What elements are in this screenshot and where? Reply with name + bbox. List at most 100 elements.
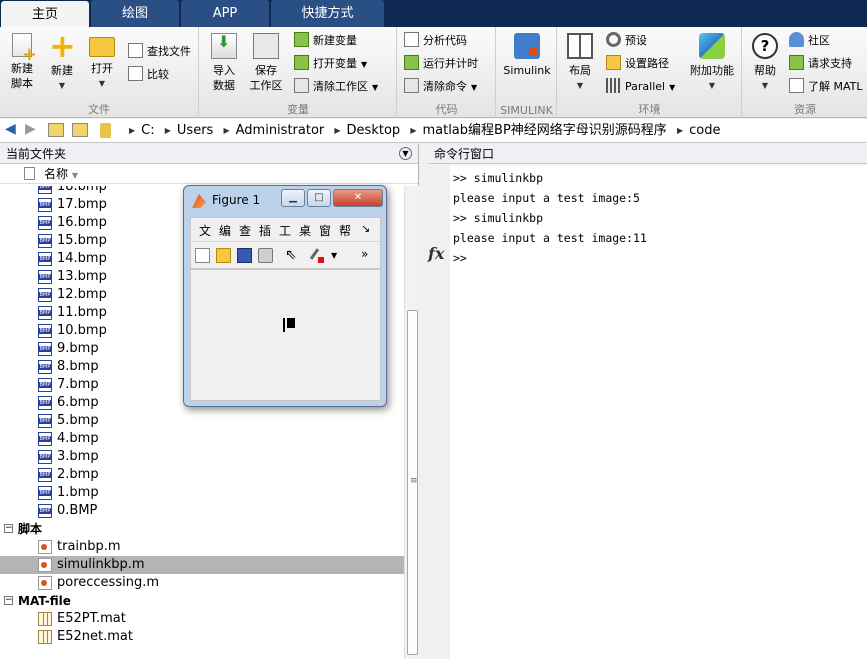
find-files-button[interactable]: 查找文件: [128, 42, 191, 62]
new-button[interactable]: + 新建 ▼: [42, 30, 82, 93]
name-column-header[interactable]: 名称 ▼: [0, 164, 418, 184]
crumb-users[interactable]: Users: [177, 123, 213, 138]
browse-folder-icon[interactable]: [72, 123, 88, 137]
save-workspace-button[interactable]: 保存 工作区: [246, 33, 286, 93]
back-arrow-icon[interactable]: ◀: [5, 121, 16, 137]
command-line: >> simulinkbp: [453, 171, 544, 185]
command-window-output[interactable]: >> simulinkbp please input a test image:…: [450, 165, 867, 659]
figure-window[interactable]: Figure 1 ▁ □ ✕ 文 编 查 插 工 桌 窗 帮 ↘ ⇖ ▼ »: [183, 185, 387, 407]
command-prompt[interactable]: >>: [453, 251, 467, 265]
bmp-file-icon: [38, 288, 52, 302]
panel-actions-icon[interactable]: ▼: [399, 147, 412, 160]
up-folder-icon[interactable]: [48, 123, 64, 137]
clear-commands-button[interactable]: 清除命令 ▼: [404, 77, 477, 97]
open-variable-icon: [294, 55, 309, 70]
tab-home[interactable]: 主页: [1, 1, 89, 28]
request-support-button[interactable]: 请求支持: [789, 54, 852, 74]
pointer-icon[interactable]: ⇖: [285, 248, 300, 263]
layout-button[interactable]: 布局 ▼: [560, 33, 600, 93]
list-item[interactable]: poreccessing.m: [0, 574, 404, 592]
save-workspace-label: 保存 工作区: [249, 64, 283, 92]
file-name: 17.bmp: [57, 197, 107, 212]
list-item[interactable]: 1.bmp: [0, 484, 404, 502]
open-file-icon[interactable]: [216, 248, 231, 263]
simulink-button[interactable]: Simulink: [503, 33, 551, 78]
bmp-file-icon: [38, 234, 52, 248]
menu-window[interactable]: 窗: [319, 222, 331, 239]
list-item[interactable]: 5.bmp: [0, 412, 404, 430]
menu-view[interactable]: 查: [239, 222, 251, 239]
maximize-button[interactable]: □: [307, 189, 331, 207]
list-item[interactable]: 3.bmp: [0, 448, 404, 466]
open-variable-button[interactable]: 打开变量 ▼: [294, 54, 367, 74]
community-button[interactable]: 社区: [789, 31, 830, 51]
collapse-icon[interactable]: −: [4, 596, 13, 605]
menu-file[interactable]: 文: [199, 222, 211, 239]
help-button[interactable]: ? 帮助 ▼: [745, 33, 785, 93]
list-item[interactable]: E52PT.mat: [0, 610, 404, 628]
minimize-button[interactable]: ▁: [281, 189, 305, 207]
function-browser-icon[interactable]: fx: [428, 244, 450, 263]
ribbon-tab-bar: 主页 绘图 APP 快捷方式: [0, 0, 867, 28]
list-item[interactable]: 0.BMP: [0, 502, 404, 520]
import-data-button[interactable]: 导入 数据: [204, 33, 244, 93]
menu-more-icon[interactable]: ↘: [361, 222, 370, 235]
learn-matlab-button[interactable]: 了解 MATL: [789, 77, 863, 97]
toolbar-overflow-icon[interactable]: »: [361, 248, 376, 263]
root-folder-icon[interactable]: [100, 123, 111, 138]
crumb-desktop[interactable]: Desktop: [347, 123, 401, 138]
print-icon[interactable]: [258, 248, 273, 263]
list-item-selected[interactable]: simulinkbp.m: [0, 556, 404, 574]
find-files-label: 查找文件: [147, 45, 191, 58]
parallel-button[interactable]: Parallel ▼: [606, 77, 675, 97]
collapse-icon[interactable]: −: [4, 524, 13, 533]
close-button[interactable]: ✕: [333, 189, 383, 207]
list-item[interactable]: 2.bmp: [0, 466, 404, 484]
list-item[interactable]: E52net.mat: [0, 628, 404, 646]
bmp-file-icon: [38, 468, 52, 482]
menu-help[interactable]: 帮: [339, 222, 351, 239]
set-path-button[interactable]: 设置路径: [606, 54, 669, 74]
menu-insert[interactable]: 插: [259, 222, 271, 239]
compare-button[interactable]: 比较: [128, 65, 169, 85]
menu-desktop[interactable]: 桌: [299, 222, 311, 239]
preferences-button[interactable]: 预设: [606, 31, 647, 51]
new-script-button[interactable]: 新建 脚本: [2, 33, 42, 91]
run-and-time-button[interactable]: 运行并计时: [404, 54, 478, 74]
file-name: 10.bmp: [57, 323, 107, 338]
new-figure-icon[interactable]: [195, 248, 210, 263]
tab-shortcuts[interactable]: 快捷方式: [271, 0, 384, 27]
ribbon-section-resources: ? 帮助 ▼ 社区 请求支持 了解 MATL 资源: [743, 27, 867, 118]
crumb-drive[interactable]: C:: [141, 123, 154, 138]
save-icon[interactable]: [237, 248, 252, 263]
clear-workspace-button[interactable]: 清除工作区 ▼: [294, 77, 378, 97]
new-script-label: 新建 脚本: [11, 62, 33, 90]
new-variable-button[interactable]: 新建变量: [294, 31, 357, 51]
addons-button[interactable]: 附加功能 ▼: [686, 33, 738, 93]
panel-splitter[interactable]: [420, 144, 428, 659]
request-support-icon: [789, 55, 804, 70]
analyze-code-button[interactable]: 分析代码: [404, 31, 467, 51]
brush-dropdown-icon[interactable]: ▼: [331, 248, 346, 263]
list-item[interactable]: 4.bmp: [0, 430, 404, 448]
tab-apps[interactable]: APP: [181, 0, 269, 27]
figure-canvas[interactable]: [190, 269, 381, 401]
crumb-administrator[interactable]: Administrator: [236, 123, 325, 138]
menu-edit[interactable]: 编: [219, 222, 231, 239]
tab-plots[interactable]: 绘图: [91, 0, 179, 27]
vertical-scrollbar[interactable]: ≡: [404, 186, 419, 659]
simulink-icon: [514, 33, 540, 59]
group-header-scripts[interactable]: − 脚本: [0, 520, 404, 538]
brush-icon[interactable]: [309, 248, 326, 263]
forward-arrow-icon[interactable]: ▶: [25, 121, 36, 137]
scrollbar-thumb[interactable]: ≡: [407, 310, 418, 655]
clear-workspace-label: 清除工作区: [313, 80, 368, 93]
bmp-file-icon: [38, 378, 52, 392]
menu-tools[interactable]: 工: [279, 222, 291, 239]
open-button[interactable]: 打开 ▼: [82, 33, 122, 91]
crumb-project[interactable]: matlab编程BP神经网络字母识别源码程序: [422, 123, 666, 138]
crumb-code[interactable]: code: [689, 123, 720, 138]
group-header-mat[interactable]: − MAT-file: [0, 592, 404, 610]
breadcrumb-separator-icon: ▶: [410, 126, 417, 135]
list-item[interactable]: trainbp.m: [0, 538, 404, 556]
